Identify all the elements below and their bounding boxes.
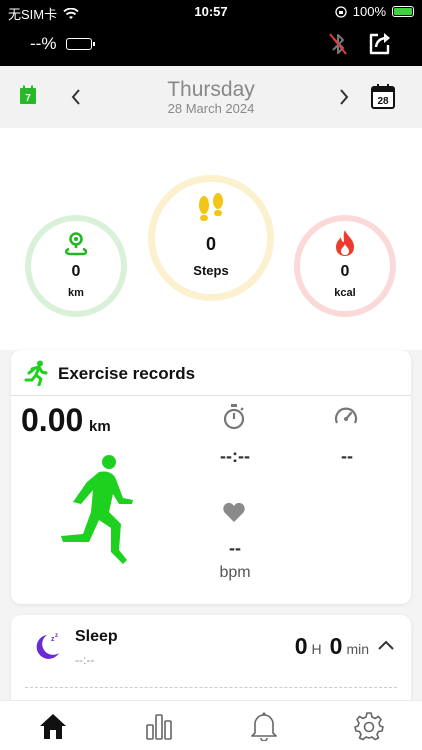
status-bar: 无SIM卡 10:57 100% [0,0,422,22]
sleep-hours-unit: H [311,641,322,657]
daily-metrics: 0 km 0 Steps 0 kcal [0,128,422,350]
exercise-heart-rate: -- [229,538,241,558]
chevron-up-icon[interactable] [377,639,395,651]
footprints-icon [199,193,223,221]
calendar-picker-icon[interactable]: 28 [371,83,395,109]
distance-value: 0 [71,263,81,280]
svg-text:z: z [55,633,58,639]
runner-illustration [61,455,133,564]
calendar-day-right: 28 [377,96,389,107]
bluetooth-off-icon[interactable] [326,31,350,57]
sleep-time: --:-- [75,653,95,667]
device-battery: --% [30,34,96,54]
orientation-lock-icon [335,5,347,18]
battery-icon [392,6,414,17]
date-header: 7 Thursday 28 March 2024 28 [0,66,422,128]
distance-unit: km [68,287,84,299]
exercise-title: Exercise records [58,364,196,383]
exercise-distance-unit: km [89,418,111,435]
next-day-button[interactable] [338,86,350,112]
speedometer-icon [334,407,358,424]
bottom-navigation [0,700,422,750]
sleep-divider [25,687,397,688]
exercise-heart-rate-unit: bpm [219,564,251,581]
status-right: 100% [335,4,414,19]
sleep-minutes: 0 [329,633,343,659]
steps-value: 0 [205,234,216,254]
route-pin-icon [65,232,88,256]
sleep-title: Sleep [75,628,118,645]
sleep-card[interactable]: z z Sleep --:-- 0 H 0 min [11,615,411,705]
device-battery-text: --% [30,34,57,53]
battery-level-fill [394,8,412,15]
stopwatch-icon [223,404,245,430]
device-battery-icon [66,38,96,50]
calories-ring[interactable]: 0 kcal [294,215,396,317]
gear-icon[interactable] [354,711,384,741]
exercise-records-card[interactable]: Exercise records 0.00 km --:-- -- -- bpm [11,350,411,604]
date-subtitle: 28 March 2024 [167,101,255,116]
sleep-minutes-unit: min [346,641,369,657]
bell-icon[interactable] [249,711,279,741]
exercise-card-header: Exercise records [11,350,411,396]
steps-ring[interactable]: 0 Steps [148,175,274,301]
calories-unit: kcal [334,287,356,299]
exercise-duration: --:-- [220,446,250,466]
chevron-right-icon [340,89,349,105]
steps-unit: Steps [193,263,229,278]
sleep-hours: 0 [294,633,308,659]
device-bar: --% [0,22,422,66]
flame-icon [336,230,354,256]
bar-chart-icon[interactable] [144,711,174,741]
sleep-duration: 0 H 0 min [295,633,373,660]
calories-value: 0 [340,263,350,280]
share-icon[interactable] [366,29,394,57]
moon-icon: z z [36,633,59,659]
exercise-distance-value: 0.00 [21,402,84,438]
day-title: Thursday [167,78,255,101]
exercise-speed: -- [341,446,353,466]
running-icon [24,360,48,386]
heart-icon [223,502,245,522]
battery-percent: 100% [352,4,386,19]
home-icon[interactable] [38,711,68,741]
distance-ring[interactable]: 0 km [25,215,127,317]
